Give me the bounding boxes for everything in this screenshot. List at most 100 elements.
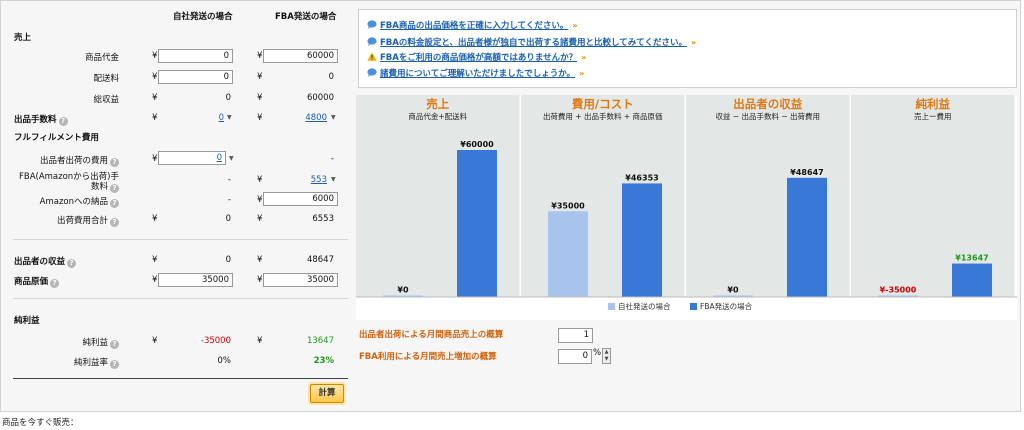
yen-symbol: ¥ xyxy=(152,72,158,82)
product-price-self-input[interactable]: 0 xyxy=(158,49,233,63)
yen-symbol: ¥ xyxy=(257,93,263,103)
help-icon[interactable]: ? xyxy=(110,158,119,167)
sales-fee-self-value[interactable]: 0 xyxy=(219,113,224,123)
gross-self-value: 0 xyxy=(225,93,231,103)
chart-data-label: ¥60000 xyxy=(460,140,494,149)
chart-data-label: ¥48647 xyxy=(790,168,823,177)
seller-ship-self-input[interactable]: 0 xyxy=(158,151,226,165)
row-label-net-profit: 純利益? xyxy=(1,336,119,349)
notice-text[interactable]: FBA商品の出品価格を正確に入力してください。 xyxy=(380,21,568,31)
shipping-self-input[interactable]: 0 xyxy=(158,70,233,84)
chevron-down-icon[interactable]: » xyxy=(579,69,584,78)
fba-fee-label-line2: 数料 xyxy=(90,182,108,192)
dropdown-caret-icon[interactable]: ▼ xyxy=(331,176,336,183)
ship-total-label-text: 出荷費用合計 xyxy=(56,216,108,226)
help-icon[interactable]: ? xyxy=(110,199,119,208)
divider xyxy=(13,378,348,379)
notice-link-4[interactable]: 諸費用についてご理解いただけましたでしょうか。 » xyxy=(367,67,584,79)
spinner-down-icon[interactable]: ▼ xyxy=(603,356,610,363)
chevron-down-icon[interactable]: » xyxy=(572,21,577,30)
chart-bar xyxy=(952,263,992,297)
fba-increase-input[interactable]: 0 xyxy=(558,349,592,364)
seller-ship-fba-value: - xyxy=(330,154,334,164)
notice-text[interactable]: FBAをご利用の商品価格が高額ではありませんか？ xyxy=(380,53,577,63)
product-price-fba-input[interactable]: 60000 xyxy=(263,49,338,63)
fba-fee-fba-link[interactable]: 553 xyxy=(281,175,327,185)
speech-bubble-icon xyxy=(367,68,377,77)
seller-revenue-fba-value: 48647 xyxy=(306,255,334,265)
dropdown-caret-icon[interactable]: ▼ xyxy=(331,114,336,121)
chart-data-label: ¥0 xyxy=(727,286,739,295)
chart-data-label: ¥13647 xyxy=(955,254,988,263)
amazon-delivery-fba-input[interactable]: 6000 xyxy=(263,192,338,206)
amazon-delivery-label-text: Amazonへの納品 xyxy=(39,197,108,207)
net-margin-fba-value: 23% xyxy=(313,356,334,366)
chart-group-subtitle: 売上ー費用 xyxy=(914,111,952,121)
comparison-chart-svg: 売上商品代金+配送料 ¥0 ¥60000 費用/コスト出荷費用 + 出品手数料 + 商… xyxy=(356,95,1017,311)
cost-label-text: 商品原価 xyxy=(14,277,49,287)
cost-self-input[interactable]: 35000 xyxy=(158,273,233,287)
chart-group-title: 出品者の収益 xyxy=(733,97,802,111)
dropdown-caret-icon[interactable]: ▼ xyxy=(229,155,234,162)
seller-revenue-self-value: 0 xyxy=(225,255,231,265)
amazon-delivery-self-value: - xyxy=(227,195,231,205)
monthly-sales-input[interactable]: 1 xyxy=(558,328,593,343)
shipping-fba-value: 0 xyxy=(328,72,334,82)
help-icon[interactable]: ? xyxy=(110,340,119,349)
help-icon[interactable]: ? xyxy=(58,117,68,126)
legend-swatch xyxy=(608,303,615,310)
warning-icon xyxy=(367,52,377,61)
ship-total-fba-value: 6553 xyxy=(312,214,334,224)
yen-symbol: ¥ xyxy=(257,195,263,205)
speech-bubble-icon xyxy=(367,37,377,46)
speech-bubble-icon xyxy=(367,20,377,29)
cost-fba-input[interactable]: 35000 xyxy=(263,273,338,287)
help-icon[interactable]: ? xyxy=(50,279,60,288)
net-profit-label-text: 純利益 xyxy=(82,338,108,348)
help-icon[interactable]: ? xyxy=(110,218,119,227)
legend-swatch xyxy=(690,303,697,310)
chart-bar xyxy=(548,211,588,297)
net-profit-self-value: -35000 xyxy=(200,336,231,346)
notice-link-1[interactable]: FBA商品の出品価格を正確に入力してください。 » xyxy=(367,19,578,31)
yen-symbol: ¥ xyxy=(152,93,158,103)
dropdown-caret-icon[interactable]: ▼ xyxy=(227,114,232,121)
chart-group-subtitle: 商品代金+配送料 xyxy=(408,111,467,121)
sales-fee-fba-link[interactable]: 4800 xyxy=(281,113,327,123)
chevron-down-icon[interactable]: » xyxy=(691,38,696,47)
percent-spinner[interactable]: ▲ ▼ xyxy=(602,348,611,364)
notice-link-3[interactable]: FBAをご利用の商品価格が高額ではありませんか？ » xyxy=(367,51,586,63)
section-sales: 売上 xyxy=(14,33,32,43)
help-icon[interactable]: ? xyxy=(110,360,119,369)
seller-ship-self-value[interactable]: 0 xyxy=(217,153,222,163)
yen-symbol: ¥ xyxy=(257,275,263,285)
row-label-fba-fee: FBA(Amazonから出荷)手 数料? xyxy=(1,172,119,193)
net-margin-label-text: 純利益率 xyxy=(73,358,108,368)
row-label-cost: 商品原価? xyxy=(14,275,60,288)
sales-fee-fba-value[interactable]: 4800 xyxy=(305,113,327,123)
notice-text[interactable]: 諸費用についてご理解いただけましたでしょうか。 xyxy=(380,69,575,79)
row-label-sales-fee: 出品手数料? xyxy=(14,113,68,126)
legend-label: 自社発送の場合 xyxy=(618,301,671,311)
yen-symbol: ¥ xyxy=(257,255,263,265)
fba-fee-fba-value[interactable]: 553 xyxy=(311,175,327,185)
notice-link-2[interactable]: FBAの料金設定と、出品者様が独自で出荷する諸費用と比較してみてください。 » xyxy=(367,36,696,48)
seller-revenue-label-text: 出品者の収益 xyxy=(14,257,66,267)
chevron-down-icon[interactable]: » xyxy=(581,53,586,62)
comparison-chart: 売上 商品代金+配送料 ¥0 ¥60000 費用/コスト 出荷費用 + 出品手数料 + 商… xyxy=(356,95,1017,320)
help-icon[interactable]: ? xyxy=(67,259,77,268)
calculate-button[interactable]: 計算 xyxy=(310,384,344,403)
fba-fee-self-value: - xyxy=(227,175,231,185)
notice-text[interactable]: FBAの料金設定と、出品者様が独自で出荷する諸費用と比較してみてください。 xyxy=(380,38,687,48)
chart-group-title: 売上 xyxy=(426,97,449,111)
chart-data-label: ¥46353 xyxy=(625,173,658,182)
yen-symbol: ¥ xyxy=(257,72,263,82)
monthly-sales-label: 出品者出荷による月間商品売上の概算 xyxy=(359,330,504,340)
yen-symbol: ¥ xyxy=(152,214,158,224)
spinner-up-icon[interactable]: ▲ xyxy=(603,349,610,356)
row-label-amazon-delivery: Amazonへの納品? xyxy=(1,195,119,208)
sales-fee-self-link[interactable]: 0 xyxy=(176,113,224,123)
row-label-net-margin: 純利益率? xyxy=(1,356,119,369)
help-icon[interactable]: ? xyxy=(110,184,119,193)
chart-bar xyxy=(787,177,827,297)
